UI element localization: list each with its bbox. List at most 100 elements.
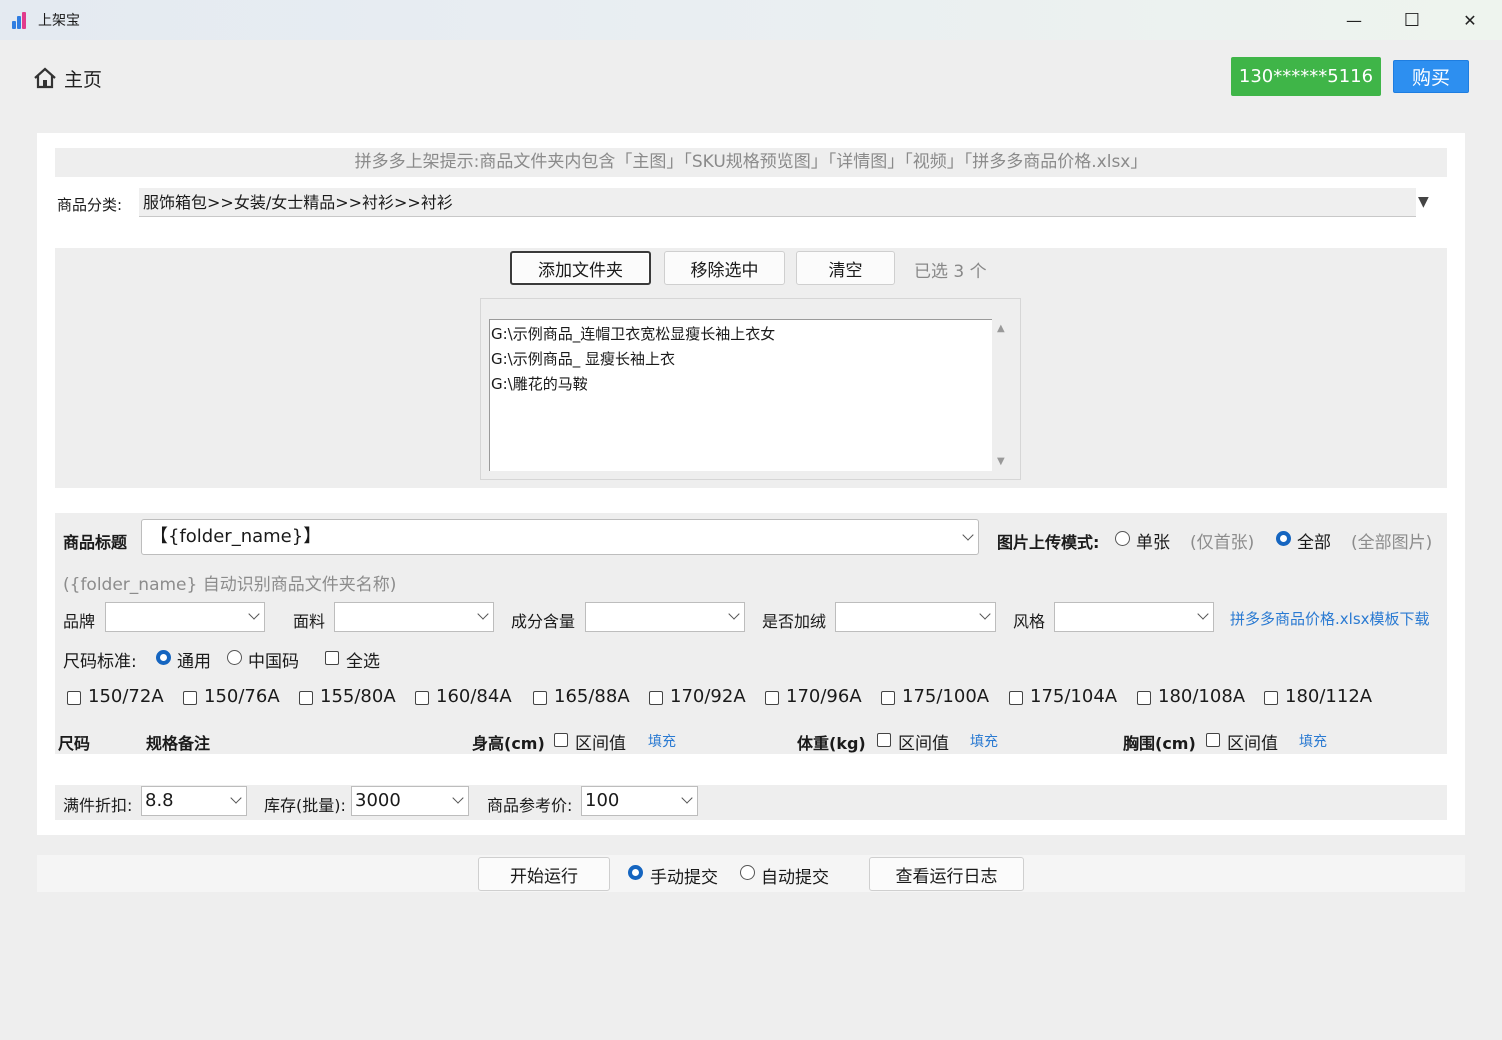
image-mode-single-label[interactable]: 单张 [1136, 528, 1170, 553]
chest-range-checkbox[interactable] [1206, 733, 1220, 747]
size-checkbox-label[interactable]: 165/88A [554, 686, 630, 707]
discount-select[interactable]: 8.8 [141, 786, 247, 816]
fabric-select[interactable] [334, 602, 494, 632]
size-checkbox[interactable] [1009, 691, 1023, 705]
folder-list-frame: G:\示例商品_连帽卫衣宽松显瘦长袖上衣女 G:\示例商品_ 显瘦长袖上衣 G:… [480, 298, 1021, 480]
size-checkbox-label[interactable]: 155/80A [320, 686, 396, 707]
product-title-input[interactable]: 【{folder_name}】 [141, 519, 979, 555]
size-checkbox[interactable] [1137, 691, 1151, 705]
size-checkbox[interactable] [881, 691, 895, 705]
size-checkbox-label[interactable]: 170/96A [786, 686, 862, 707]
chevron-down-icon [962, 529, 974, 541]
size-checkbox[interactable] [649, 691, 663, 705]
manual-submit-label[interactable]: 手动提交 [650, 863, 718, 888]
close-button[interactable]: ✕ [1441, 0, 1499, 40]
fleece-label: 是否加绒 [762, 612, 827, 631]
chevron-down-icon [1197, 608, 1209, 620]
size-checkbox-label[interactable]: 175/100A [902, 686, 989, 707]
product-title-hint: ({folder_name} 自动识别商品文件夹名称) [63, 575, 397, 595]
page-header: 主页 130******5116 购买 [0, 40, 1502, 116]
category-label: 商品分类: [57, 196, 123, 214]
minimize-icon: — [1346, 10, 1362, 30]
size-checkbox[interactable] [67, 691, 81, 705]
size-checkbox-label[interactable]: 150/72A [88, 686, 164, 707]
maximize-button[interactable]: ☐ [1383, 0, 1441, 40]
size-standard-general-label[interactable]: 通用 [177, 647, 211, 672]
category-select[interactable]: 服饰箱包>>女装/女士精品>>衬衫>>衬衫 [139, 188, 1416, 217]
size-checkbox[interactable] [183, 691, 197, 705]
size-checkbox-label[interactable]: 180/108A [1158, 686, 1245, 707]
stock-select[interactable]: 3000 [351, 786, 469, 816]
folder-list-item[interactable]: G:\示例商品_连帽卫衣宽松显瘦长袖上衣女 [491, 322, 992, 347]
upload-hint: 拼多多上架提示:商品文件夹内包含「主图」「SKU规格预览图」「详情图」「视频」「… [55, 148, 1447, 177]
clear-button[interactable]: 清空 [796, 251, 895, 285]
size-standard-china-radio[interactable] [227, 650, 242, 665]
category-dropdown-icon[interactable]: ▼ [1418, 194, 1429, 210]
account-badge[interactable]: 130******5116 [1231, 57, 1381, 96]
height-range-label[interactable]: 区间值 [575, 729, 626, 754]
window-title: 上架宝 [38, 13, 80, 29]
action-bar: 开始运行 手动提交 自动提交 查看运行日志 [37, 855, 1465, 892]
size-checkbox[interactable] [765, 691, 779, 705]
auto-submit-radio[interactable] [740, 865, 755, 880]
view-log-button[interactable]: 查看运行日志 [869, 857, 1024, 891]
height-column-header: 身高(cm) [472, 734, 545, 753]
brand-select[interactable] [105, 602, 265, 632]
auto-submit-label[interactable]: 自动提交 [761, 863, 829, 888]
size-checkbox-label[interactable]: 180/112A [1285, 686, 1372, 707]
size-checkbox-label[interactable]: 160/84A [436, 686, 512, 707]
chevron-down-icon [728, 608, 740, 620]
size-standard-label: 尺码标准: [63, 652, 137, 672]
manual-submit-radio[interactable] [628, 865, 643, 880]
minimize-button[interactable]: — [1325, 0, 1383, 40]
height-range-checkbox[interactable] [554, 733, 568, 747]
template-download-link[interactable]: 拼多多商品价格.xlsx模板下载 [1230, 608, 1430, 629]
scroll-up-icon[interactable]: ▲ [997, 323, 1005, 334]
buy-button[interactable]: 购买 [1393, 60, 1469, 93]
selected-count: 已选 3 个 [914, 262, 987, 282]
scroll-down-icon[interactable]: ▼ [997, 456, 1005, 467]
image-mode-all-radio[interactable] [1276, 531, 1291, 546]
folder-list-item[interactable]: G:\示例商品_ 显瘦长袖上衣 [491, 347, 992, 372]
select-all-checkbox[interactable] [325, 651, 339, 665]
weight-range-label[interactable]: 区间值 [898, 729, 949, 754]
size-checkbox[interactable] [1264, 691, 1278, 705]
image-mode-single-note: (仅首张) [1190, 533, 1255, 553]
ref-price-select[interactable]: 100 [581, 786, 698, 816]
size-checkbox-label[interactable]: 150/76A [204, 686, 280, 707]
weight-range-checkbox[interactable] [877, 733, 891, 747]
size-standard-china-label[interactable]: 中国码 [248, 647, 299, 672]
style-select[interactable] [1054, 602, 1214, 632]
select-all-label[interactable]: 全选 [346, 647, 380, 672]
app-logo-icon [12, 11, 32, 29]
chevron-down-icon [230, 792, 242, 804]
product-title-value: 【{folder_name}】 [150, 526, 322, 547]
image-mode-single-radio[interactable] [1115, 531, 1130, 546]
chest-fill-link[interactable]: 填充 [1299, 731, 1327, 751]
fleece-select[interactable] [835, 602, 996, 632]
content-select[interactable] [585, 602, 745, 632]
home-nav-label[interactable]: 主页 [64, 65, 102, 92]
remove-selected-button[interactable]: 移除选中 [664, 251, 785, 285]
size-checkbox[interactable] [415, 691, 429, 705]
folder-list[interactable]: G:\示例商品_连帽卫衣宽松显瘦长袖上衣女 G:\示例商品_ 显瘦长袖上衣 G:… [489, 319, 992, 471]
size-checkbox-label[interactable]: 170/92A [670, 686, 746, 707]
folder-list-item[interactable]: G:\雕花的马鞍 [491, 372, 992, 397]
size-standard-general-radio[interactable] [156, 650, 171, 665]
spec-note-column-header: 规格备注 [146, 734, 211, 753]
size-checkbox[interactable] [533, 691, 547, 705]
chevron-down-icon [248, 608, 260, 620]
size-checkbox[interactable] [299, 691, 313, 705]
chevron-down-icon [477, 608, 489, 620]
height-fill-link[interactable]: 填充 [648, 731, 676, 751]
fabric-label: 面料 [293, 612, 326, 631]
start-button[interactable]: 开始运行 [478, 857, 610, 891]
add-folder-button[interactable]: 添加文件夹 [510, 251, 651, 285]
size-checkbox-label[interactable]: 175/104A [1030, 686, 1117, 707]
chest-range-label[interactable]: 区间值 [1227, 729, 1278, 754]
image-mode-all-note: (全部图片) [1351, 533, 1433, 553]
close-icon: ✕ [1463, 10, 1477, 30]
image-mode-all-label[interactable]: 全部 [1297, 528, 1331, 553]
weight-fill-link[interactable]: 填充 [970, 731, 998, 751]
style-label: 风格 [1013, 612, 1046, 631]
